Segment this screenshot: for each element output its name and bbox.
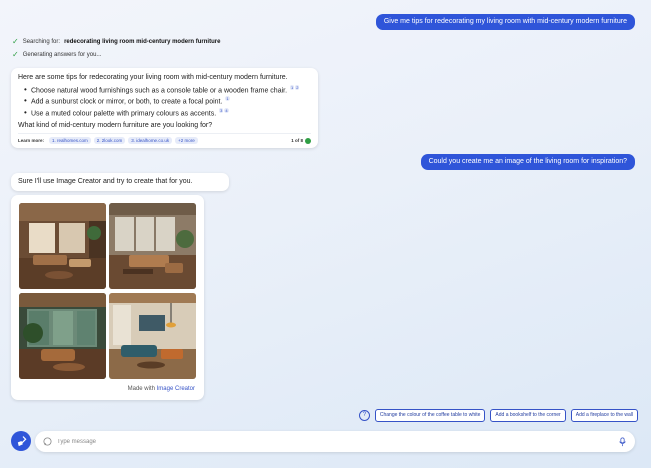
citation-link[interactable]: 4 [224, 108, 229, 114]
tip-text: Choose natural wood furnishings such as … [31, 86, 288, 94]
user-message-2: Could you create me an image of the livi… [420, 154, 635, 170]
source-chip-3[interactable]: 3. idealhome.co.uk [128, 137, 173, 144]
citation-link[interactable]: 1 [290, 84, 295, 90]
answer-card: Here are some tips for redecorating your… [11, 68, 318, 148]
generated-image-1[interactable] [19, 203, 106, 289]
suggestion-chip-coffee-table[interactable]: Change the colour of the coffee table to… [374, 409, 486, 422]
message-input-bar [35, 431, 635, 452]
list-item: • Add a sunburst clock or mirror, or bot… [24, 96, 230, 106]
list-item: • Use a muted colour palette with primar… [24, 108, 229, 118]
living-room-image [109, 203, 196, 289]
tips-list: • Choose natural wood furnishings such a… [24, 84, 311, 120]
learn-more-row: Learn more: 1. realhomes.com 2. 2look.co… [18, 133, 311, 144]
check-icon: ✓ [12, 37, 19, 46]
generated-images-card: Made with Image Creator [11, 195, 204, 400]
message-input[interactable] [57, 438, 613, 445]
help-icon[interactable]: ? [358, 410, 370, 421]
source-chip-2[interactable]: 2. 2look.com [93, 137, 126, 144]
made-with-credit: Made with Image Creator [128, 386, 195, 392]
generating-label: Generating answers for you... [22, 52, 102, 58]
suggestion-chip-bookshelf[interactable]: Add a bookshelf to the corner [490, 409, 566, 422]
reply-card: Sure I'll use Image Creator and try to c… [11, 173, 229, 191]
source-chip-1[interactable]: 1. realhomes.com [49, 137, 91, 144]
learn-more-label: Learn more: [18, 138, 45, 143]
generated-image-4[interactable] [109, 293, 196, 379]
status-searching: ✓ Searching for: redecorating living roo… [12, 38, 220, 46]
living-room-image [19, 203, 106, 289]
user-message-1: Give me tips for redecorating my living … [375, 14, 635, 30]
more-sources-chip[interactable]: +2 more [175, 137, 198, 144]
generated-image-2[interactable] [109, 203, 196, 289]
list-item: • Choose natural wood furnishings such a… [24, 84, 300, 94]
microphone-icon[interactable] [618, 436, 627, 447]
image-creator-link[interactable]: Image Creator [157, 386, 195, 392]
tip-text: Add a sunburst clock or mirror, or both,… [31, 98, 223, 106]
made-with-label: Made with [127, 386, 155, 392]
new-topic-button[interactable] [11, 431, 31, 451]
response-count: 1 of 8 [291, 137, 311, 144]
status-generating: ✓ Generating answers for you... [12, 51, 101, 59]
living-room-image [19, 293, 106, 379]
answer-question: What kind of mid-century modern furnitur… [18, 121, 213, 129]
check-icon: ✓ [12, 50, 19, 59]
status-dot-icon [305, 137, 311, 144]
chat-bubble-icon [43, 437, 52, 446]
searching-query: redecorating living room mid-century mod… [64, 39, 221, 45]
suggestion-chip-fireplace[interactable]: Add a fireplace to the wall [570, 409, 638, 422]
citation-link[interactable]: 3 [219, 108, 224, 114]
response-count-label: 1 of 8 [291, 138, 303, 143]
citation-link[interactable]: 2 [295, 84, 300, 90]
broom-icon [17, 435, 26, 446]
living-room-image [109, 293, 196, 379]
generated-image-3[interactable] [19, 293, 106, 379]
citation-link[interactable]: 1 [225, 96, 230, 102]
answer-intro: Here are some tips for redecorating your… [18, 74, 288, 81]
searching-label: Searching for: [22, 39, 61, 45]
suggestion-chips: ? Change the colour of the coffee table … [358, 409, 638, 422]
tip-text: Use a muted colour palette with primary … [31, 110, 217, 118]
